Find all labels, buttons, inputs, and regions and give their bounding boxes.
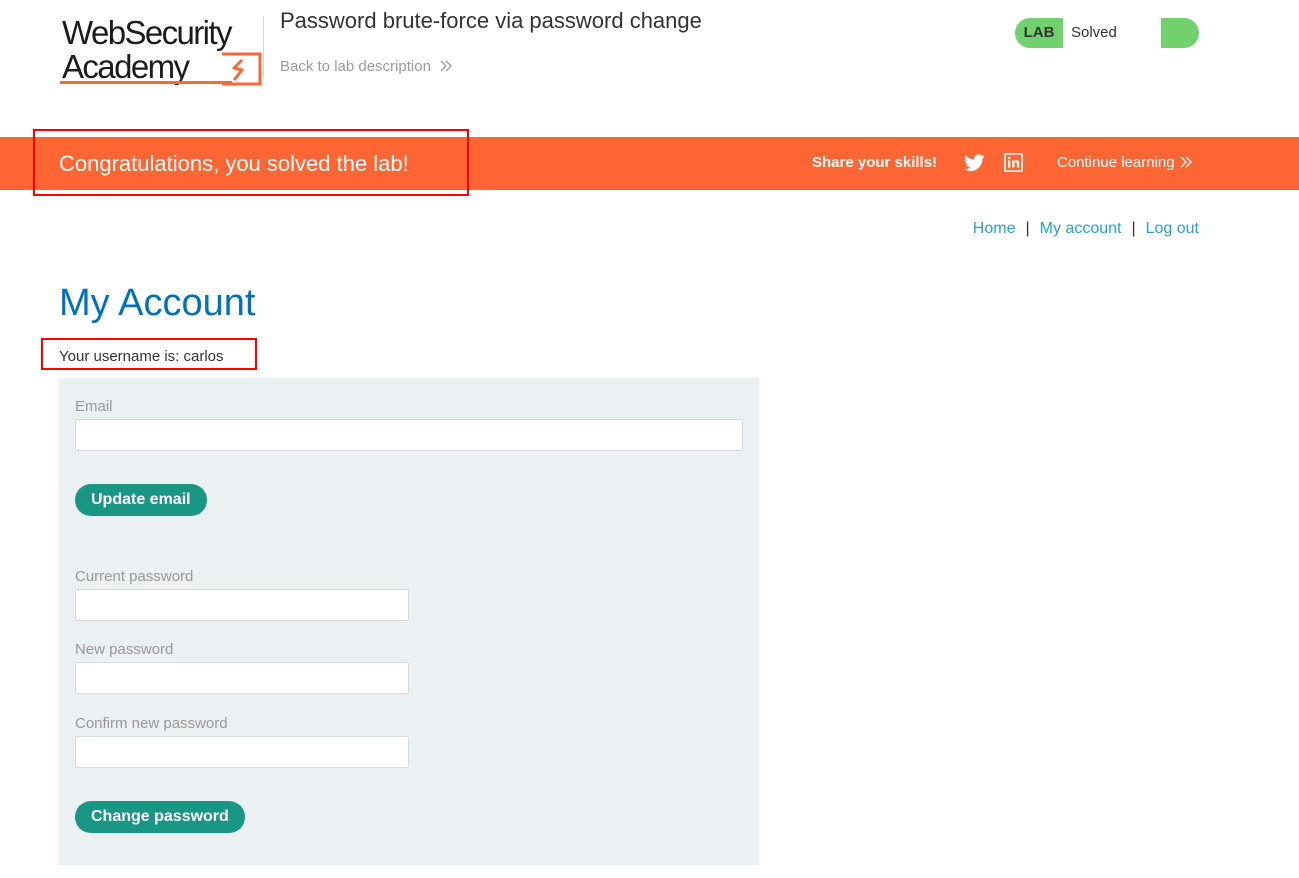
account-forms-panel: Email Update email Current password New … xyxy=(59,378,759,865)
change-password-button[interactable]: Change password xyxy=(75,801,245,833)
account-nav: Home | My account | Log out xyxy=(973,220,1199,238)
confirm-password-label: Confirm new password xyxy=(75,715,228,732)
email-input[interactable] xyxy=(75,419,743,451)
nav-separator: | xyxy=(1131,220,1136,237)
page-title: My Account xyxy=(59,282,256,324)
confirm-password-input[interactable] xyxy=(75,736,409,768)
current-password-label: Current password xyxy=(75,568,194,585)
logo-mark-icon xyxy=(222,52,262,86)
linkedin-icon[interactable] xyxy=(1004,153,1023,172)
lab-status-widget: LAB Solved xyxy=(1015,18,1199,48)
new-password-input[interactable] xyxy=(75,662,409,694)
new-password-label: New password xyxy=(75,641,174,658)
lab-title: Password brute-force via password change xyxy=(280,8,702,33)
nav-separator: | xyxy=(1025,220,1030,237)
update-email-button[interactable]: Update email xyxy=(75,484,207,516)
header-divider xyxy=(263,16,264,78)
share-skills-label: Share your skills! xyxy=(812,154,938,171)
annotation-highlight-banner xyxy=(33,129,469,196)
continue-learning-link[interactable]: Continue learning xyxy=(1057,154,1193,171)
lab-badge: LAB xyxy=(1023,24,1055,41)
nav-my-account-link[interactable]: My account xyxy=(1040,220,1122,237)
current-password-input[interactable] xyxy=(75,589,409,621)
double-chevron-right-icon xyxy=(440,60,452,72)
back-link-label: Back to lab description xyxy=(280,58,431,75)
logo-text-line2: Academy xyxy=(62,48,190,85)
email-label: Email xyxy=(75,398,113,415)
twitter-icon[interactable] xyxy=(964,153,985,173)
lab-status-value: Solved xyxy=(1063,18,1161,48)
nav-log-out-link[interactable]: Log out xyxy=(1146,220,1199,237)
logo-text-line1: WebSecurity xyxy=(62,14,232,51)
double-chevron-right-icon xyxy=(1180,156,1192,168)
username-text: Your username is: carlos xyxy=(59,348,224,365)
web-security-academy-logo[interactable]: WebSecurity Academy xyxy=(60,14,262,88)
back-to-lab-description-link[interactable]: Back to lab description xyxy=(280,58,453,75)
continue-learning-label: Continue learning xyxy=(1057,154,1175,171)
nav-home-link[interactable]: Home xyxy=(973,220,1016,237)
logo-underline xyxy=(60,81,232,84)
